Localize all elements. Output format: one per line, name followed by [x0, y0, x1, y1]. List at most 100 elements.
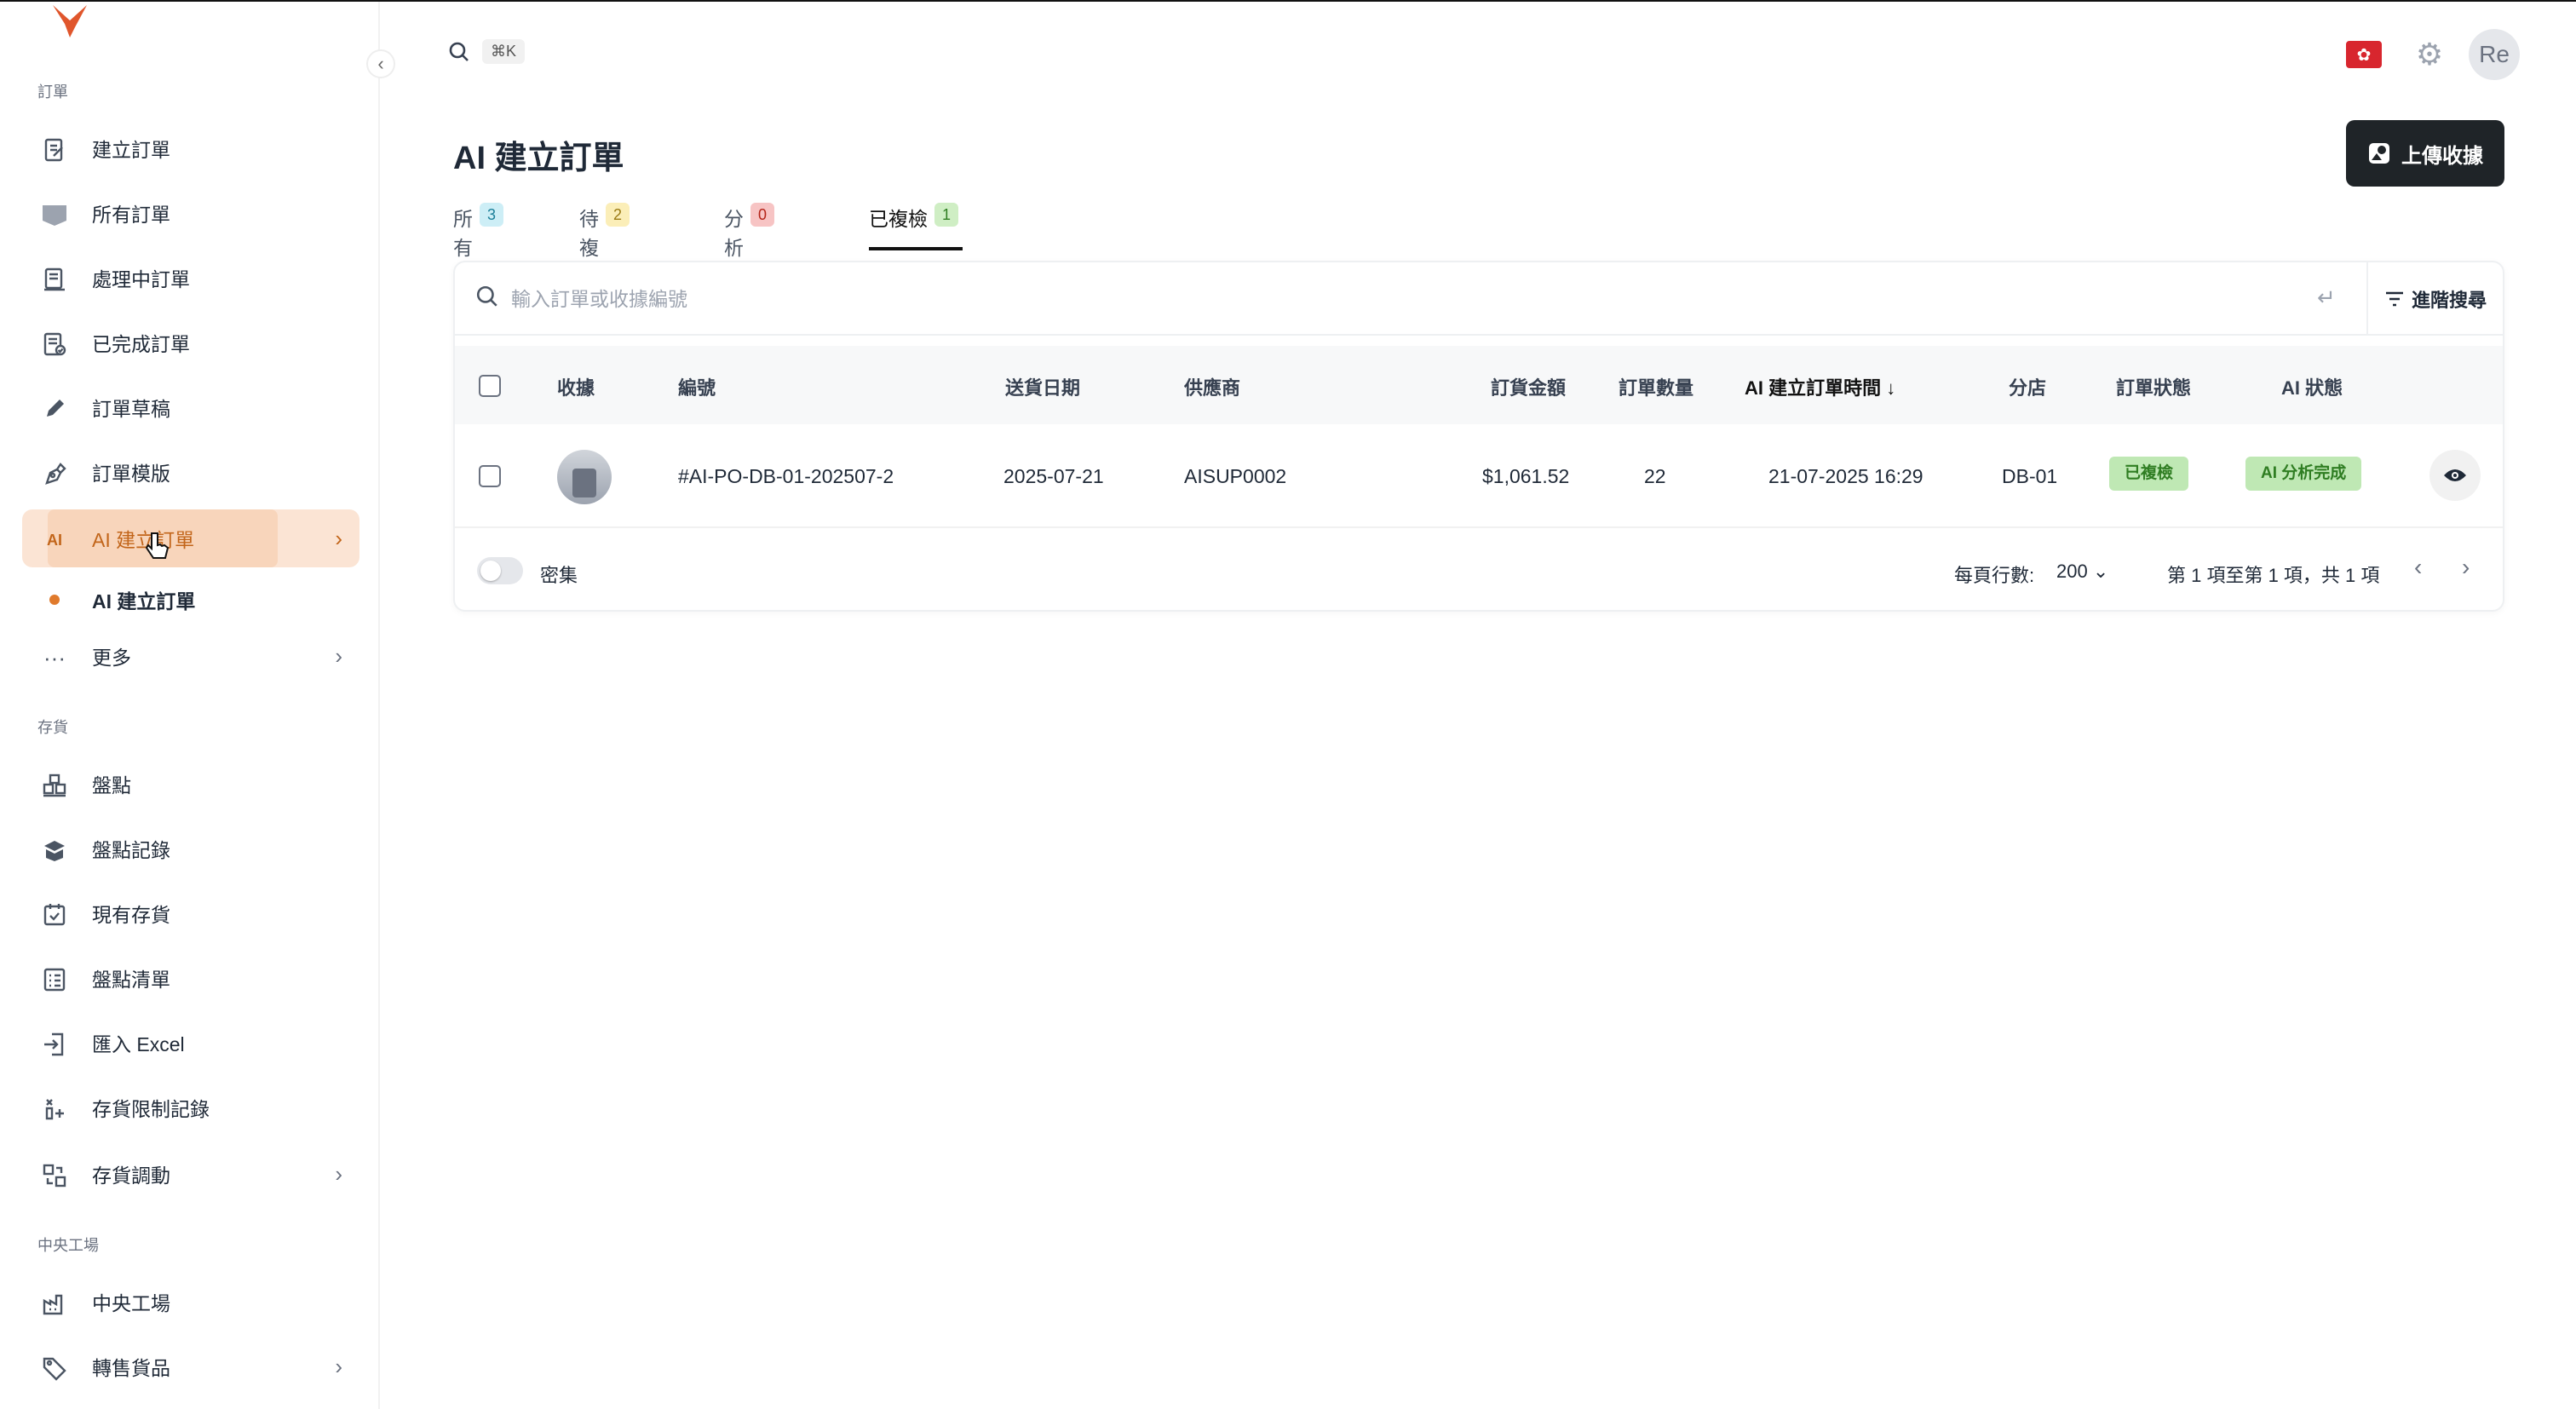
column-header-ai-created-time[interactable]: AI 建立訂單時間 ↓	[1745, 373, 1895, 400]
column-header-branch[interactable]: 分店	[2009, 373, 2046, 400]
table-header: 收據 編號 送貨日期 供應商 訂貨金額 訂單數量 AI 建立訂單時間 ↓ 分店 …	[455, 346, 2503, 424]
chevron-right-icon: ›	[335, 642, 342, 669]
tab-count-badge: 1	[934, 203, 958, 227]
column-header-ai-status[interactable]: AI 狀態	[2281, 373, 2343, 400]
order-search-input[interactable]	[511, 279, 2215, 319]
sidebar-item-stock-limit-records[interactable]: 存貨限制記錄	[22, 1078, 359, 1136]
order-number: #AI-PO-DB-01-202507-2	[678, 465, 894, 487]
tab-count-badge: 0	[750, 203, 774, 227]
column-header-amount[interactable]: 訂貨金額	[1491, 373, 1566, 400]
select-all-checkbox[interactable]	[479, 375, 501, 397]
section-label-orders: 訂單	[37, 83, 68, 101]
rows-per-page-value: 200	[2056, 561, 2088, 582]
tab-pending-review[interactable]: 待複檢 2	[579, 203, 630, 288]
previous-page-button[interactable]: ‹	[2414, 554, 2422, 581]
branch: DB-01	[2002, 465, 2058, 487]
column-header-supplier[interactable]: 供應商	[1184, 373, 1240, 400]
sidebar-item-stocktake[interactable]: 盤點	[22, 755, 359, 813]
view-button[interactable]	[2429, 450, 2481, 501]
sidebar-item-label: 更多	[92, 647, 131, 669]
inbox-icon	[41, 201, 68, 228]
filter-icon	[2385, 291, 2403, 307]
sidebar-subitem-ai-create-order[interactable]: AI 建立訂單	[22, 576, 359, 624]
gear-icon[interactable]: ⚙	[2412, 37, 2447, 72]
transfer-icon	[41, 1162, 68, 1189]
open-box-icon	[41, 837, 68, 864]
template-icon	[41, 460, 68, 487]
collapse-sidebar-button[interactable]: ‹	[366, 49, 395, 78]
chevron-right-icon: ›	[335, 525, 342, 551]
dense-toggle[interactable]	[477, 557, 523, 584]
sidebar-item-stock-transfer[interactable]: 存貨調動 ›	[22, 1145, 359, 1203]
pencil-icon	[41, 395, 68, 423]
column-header-receipt: 收據	[557, 377, 595, 399]
search-icon	[449, 42, 469, 61]
sidebar-item-stocktake-records[interactable]: 盤點記錄	[22, 820, 359, 877]
pagination-range: 第 1 項至第 1 項，共 1 項	[2167, 565, 2380, 586]
user-avatar[interactable]: Re	[2469, 29, 2520, 80]
upload-receipt-label: 上傳收據	[2401, 144, 2483, 168]
calendar-check-icon	[41, 901, 68, 929]
column-header-label: AI 建立訂單時間	[1745, 377, 1882, 399]
advanced-search-button[interactable]: 進階搜尋	[2366, 262, 2503, 336]
column-header-order-status[interactable]: 訂單狀態	[2116, 373, 2191, 400]
column-header-number[interactable]: 編號	[678, 373, 716, 400]
tab-all[interactable]: 所有 3	[453, 203, 503, 259]
tab-count-badge: 2	[606, 203, 630, 227]
boxes-icon	[41, 772, 68, 799]
sidebar-item-completed-orders[interactable]: 已完成訂單	[22, 313, 359, 371]
brand-logo[interactable]	[49, 2, 92, 39]
language-flag-icon[interactable]: ✿	[2346, 41, 2382, 68]
sidebar-item-all-orders[interactable]: 所有訂單	[22, 184, 359, 242]
top-border	[0, 0, 2576, 2]
rows-per-page-label: 每頁行數:	[1954, 565, 2035, 586]
column-header-delivery-date[interactable]: 送貨日期	[1005, 373, 1080, 400]
rows-per-page-select[interactable]: 200 ⌄	[2056, 561, 2108, 583]
chevron-down-icon: ⌄	[2092, 561, 2109, 582]
sidebar-item-stocktake-list[interactable]: 盤點清單	[22, 949, 359, 1007]
checklist-icon	[41, 966, 68, 993]
global-search-trigger[interactable]: ⌘K	[448, 39, 526, 64]
sidebar-item-import-excel[interactable]: 匯入 Excel	[22, 1014, 359, 1072]
more-dots-icon: ···	[43, 644, 66, 670]
sidebar-item-label: 盤點記錄	[92, 839, 170, 861]
sidebar-item-label: 存貨限制記錄	[92, 1098, 210, 1120]
order-amount: $1,061.52	[1482, 465, 1570, 487]
delivery-date: 2025-07-21	[1003, 465, 1104, 487]
sidebar-item-central-kitchen[interactable]: 中央工場	[22, 1273, 359, 1331]
sidebar-item-resale-goods[interactable]: 轉售貨品 ›	[22, 1337, 359, 1395]
sidebar-item-order-drafts[interactable]: 訂單草稿	[22, 378, 359, 436]
sidebar-item-order-templates[interactable]: 訂單模版	[22, 443, 359, 501]
sidebar-item-create-order[interactable]: 建立訂單	[22, 119, 359, 177]
tab-analyzing[interactable]: 分析中 0	[724, 203, 774, 288]
sidebar-item-label: 轉售貨品	[92, 1357, 170, 1379]
chevron-right-icon: ›	[335, 1160, 342, 1187]
sidebar-item-label: 所有訂單	[92, 204, 170, 226]
sidebar-item-label: 盤點清單	[92, 969, 170, 991]
receipt-thumbnail[interactable]	[557, 450, 612, 504]
upload-receipt-button[interactable]: 上傳收據	[2346, 120, 2504, 187]
row-checkbox[interactable]	[479, 465, 501, 487]
import-icon	[41, 1031, 68, 1058]
section-label-central-kitchen: 中央工場	[37, 1237, 99, 1254]
sidebar-item-label: 處理中訂單	[92, 268, 190, 290]
tab-reviewed[interactable]: 已複檢 1	[869, 203, 963, 250]
orders-card: ↵ 進階搜尋 收據 編號 送貨日期 供應商 訂貨金額 訂單數量 AI 建立訂單時…	[453, 261, 2504, 612]
sidebar-item-current-stock[interactable]: 現有存貨	[22, 884, 359, 942]
factory-icon	[41, 1290, 68, 1317]
dense-label: 密集	[540, 565, 578, 586]
limit-icon	[41, 1096, 68, 1123]
sidebar-item-label: 現有存貨	[92, 904, 170, 926]
sort-descending-icon: ↓	[1886, 377, 1896, 399]
enter-key-icon[interactable]: ↵	[2317, 285, 2336, 311]
column-header-quantity[interactable]: 訂單數量	[1619, 373, 1693, 400]
table-row[interactable]: #AI-PO-DB-01-202507-2 2025-07-21 AISUP00…	[455, 424, 2503, 528]
ai-created-time: 21-07-2025 16:29	[1768, 465, 1923, 487]
order-quantity: 22	[1644, 465, 1666, 487]
sidebar-item-label: 已完成訂單	[92, 333, 190, 355]
next-page-button[interactable]: ›	[2462, 554, 2470, 581]
sidebar-item-more[interactable]: ··· 更多 ›	[22, 627, 359, 685]
sidebar-item-ai-create-order[interactable]: AI AI 建立訂單 ›	[22, 509, 359, 567]
ai-icon: AI	[47, 531, 62, 549]
sidebar-item-processing-orders[interactable]: 處理中訂單	[22, 249, 359, 307]
